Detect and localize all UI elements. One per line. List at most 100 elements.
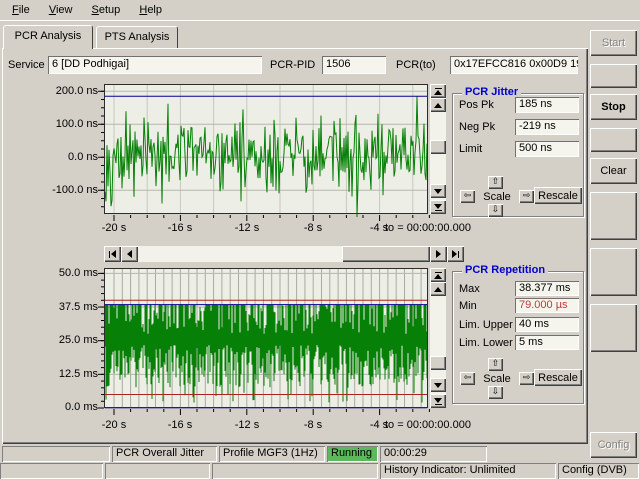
repetition-chart — [96, 267, 436, 416]
repetition-rescale-button[interactable]: Rescale — [534, 369, 582, 386]
status-cell-empty — [2, 446, 110, 462]
neg-pk-label: Neg Pk — [459, 121, 495, 135]
pcr-repetition-panel-title: PCR Repetition — [462, 264, 548, 276]
repetition-vscroll-thumb[interactable] — [430, 356, 446, 370]
repetition-scale-left-button[interactable]: ⇦ — [460, 372, 475, 385]
scroll-left-icon — [127, 250, 132, 258]
repetition-scale-label: Scale — [477, 373, 517, 385]
jitter-limit-value[interactable]: 500 ns — [515, 141, 579, 157]
scroll-to-top-icon — [434, 272, 442, 279]
status2-cell-empty-1 — [0, 463, 103, 479]
repetition-y-tick: 37.5 ms — [26, 301, 98, 313]
scale-left-icon: ⇦ — [464, 192, 472, 201]
repetition-scroll-bottom-button[interactable] — [430, 394, 446, 408]
repetition-y-tick: 25.0 ms — [26, 334, 98, 346]
repetition-x-end-label: to = 00:00:00.000 — [385, 419, 467, 431]
scroll-far-left-icon — [109, 251, 110, 258]
service-label: Service — [8, 59, 45, 71]
jitter-vscroll-thumb[interactable] — [430, 140, 446, 154]
repetition-chart-plot — [96, 267, 436, 416]
repetition-x-tick: -16 s — [162, 419, 198, 431]
scale-right-icon: ⇨ — [523, 192, 531, 201]
pos-pk-value: 185 ns — [515, 97, 579, 113]
pcr-analyzer-window: { "window": { "background": "#d4d0c8" },… — [0, 0, 640, 480]
start-button[interactable]: Start — [590, 30, 637, 56]
menu-item-setup[interactable]: Setup — [84, 3, 129, 17]
repetition-scroll-down-button[interactable] — [430, 378, 446, 392]
repetition-scroll-top-button[interactable] — [430, 268, 446, 282]
jitter-rescale-button[interactable]: Rescale — [534, 187, 582, 204]
stop-button[interactable]: Stop — [590, 94, 637, 120]
status-profile: Profile MGF3 (1Hz) — [219, 446, 325, 462]
jitter-limit-label: Limit — [459, 143, 482, 157]
jitter-vscrollbar[interactable] — [430, 84, 446, 214]
jitter-y-tick: -100.0 ns — [26, 184, 98, 196]
lim-lower-value[interactable]: 5 ms — [515, 335, 579, 350]
jitter-scale-up-button[interactable]: ⇧ — [488, 176, 503, 189]
jitter-scale-right-button[interactable]: ⇨ — [519, 190, 534, 203]
service-field[interactable]: 6 [DD Podhigai] — [48, 56, 262, 74]
blank-button-5 — [590, 304, 637, 352]
jitter-scale-down-button[interactable]: ⇩ — [488, 204, 503, 217]
lim-upper-label: Lim. Upper — [459, 319, 513, 333]
pcr-jitter-panel-title: PCR Jitter — [462, 86, 521, 98]
scroll-to-bottom-icon — [434, 204, 442, 211]
status2-cell-empty-3 — [212, 463, 378, 479]
max-value: 38.377 ms — [515, 281, 579, 296]
jitter-x-tick: -16 s — [162, 222, 198, 234]
max-label: Max — [459, 283, 480, 297]
scroll-far-right-button[interactable] — [447, 246, 464, 262]
jitter-scroll-up-button[interactable] — [430, 98, 446, 112]
jitter-scroll-top-button[interactable] — [430, 84, 446, 98]
repetition-scroll-up-button[interactable] — [430, 282, 446, 296]
scale-up-icon: ⇧ — [492, 178, 500, 187]
scroll-down-icon — [434, 383, 442, 388]
jitter-x-end-label: to = 00:00:00.000 — [385, 222, 467, 234]
clear-button[interactable]: Clear — [590, 158, 637, 184]
menu-item-file[interactable]: File — [4, 3, 38, 17]
neg-pk-value: -219 ns — [515, 119, 579, 135]
repetition-y-tick: 50.0 ms — [26, 267, 98, 279]
scroll-up-icon — [434, 103, 442, 108]
repetition-scale-up-button[interactable]: ⇧ — [488, 358, 503, 371]
scroll-left-button[interactable] — [121, 246, 138, 262]
hscroll-thumb[interactable] — [342, 246, 430, 262]
repetition-x-tick: -20 s — [96, 419, 132, 431]
menu-item-view[interactable]: View — [41, 3, 81, 17]
scroll-down-icon — [434, 189, 442, 194]
menu-item-help[interactable]: Help — [131, 3, 170, 17]
repetition-scale-right-button[interactable]: ⇨ — [519, 372, 534, 385]
scale-down-icon: ⇩ — [492, 388, 500, 397]
jitter-scroll-down-button[interactable] — [430, 184, 446, 198]
lim-upper-value[interactable]: 40 ms — [515, 317, 579, 332]
blank-button-2 — [590, 128, 637, 152]
jitter-chart-plot — [96, 83, 436, 222]
repetition-scale-down-button[interactable]: ⇩ — [488, 386, 503, 399]
repetition-y-tick: 0.0 ms — [26, 401, 98, 413]
scroll-to-top-icon — [434, 88, 442, 95]
scroll-right-icon — [436, 250, 441, 258]
config-button[interactable]: Config — [590, 432, 637, 458]
scroll-far-left-button[interactable] — [104, 246, 121, 262]
repetition-x-tick: -12 s — [229, 419, 265, 431]
jitter-chart — [96, 83, 436, 222]
jitter-x-tick: -8 s — [295, 222, 331, 234]
jitter-scale-left-button[interactable]: ⇦ — [460, 190, 475, 203]
scroll-right-button[interactable] — [430, 246, 447, 262]
status-history-indicator: History Indicator: Unlimited — [380, 463, 556, 479]
repetition-vscrollbar[interactable] — [430, 268, 446, 408]
blank-button-3 — [590, 192, 637, 240]
status-measurement: PCR Overall Jitter — [112, 446, 217, 462]
status-running-badge: Running — [327, 446, 378, 462]
pos-pk-label: Pos Pk — [459, 99, 494, 113]
tab-pts-analysis[interactable]: PTS Analysis — [96, 26, 178, 48]
pcr-to-field: 0x17EFCC816 0x00D9 19:49:5 — [450, 56, 578, 74]
scroll-to-bottom-icon — [434, 398, 442, 405]
pcr-pid-field: 1506 — [322, 56, 386, 74]
jitter-scroll-bottom-button[interactable] — [430, 200, 446, 214]
time-hscrollbar[interactable] — [104, 246, 464, 262]
tab-pcr-analysis[interactable]: PCR Analysis — [3, 25, 93, 49]
jitter-scale-label: Scale — [477, 191, 517, 203]
pcr-repetition-panel: PCR Repetition Max 38.377 ms Min 79.000 … — [452, 271, 584, 404]
lim-lower-label: Lim. Lower — [459, 337, 513, 351]
